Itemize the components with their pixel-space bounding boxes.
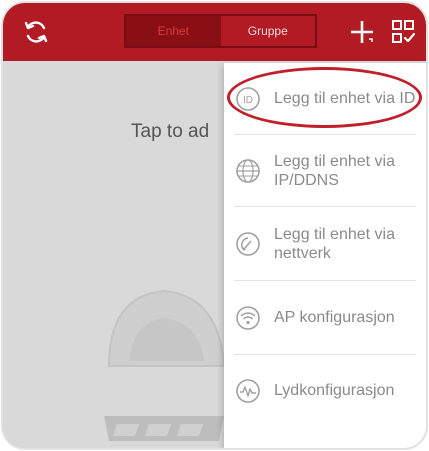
sound-wave-icon [234, 377, 262, 405]
add-device-button[interactable] [347, 17, 377, 47]
wifi-icon [234, 304, 262, 332]
menu-item-label: AP konfigurasjon [274, 309, 395, 326]
top-bar: Enhet Gruppe [3, 3, 426, 61]
network-icon [234, 230, 262, 258]
menu-item-sound-config[interactable]: Lydkonfigurasjon [224, 355, 426, 426]
menu-item-ap-config[interactable]: AP konfigurasjon [224, 281, 426, 354]
highlight-circle-annotation [227, 67, 422, 128]
tab-enhet[interactable]: Enhet [126, 16, 221, 46]
menu-item-label: Lydkonfigurasjon [274, 382, 395, 399]
globe-ip-icon [234, 157, 262, 185]
menu-item-label: Legg til enhet via IP/DDNS [274, 152, 395, 189]
refresh-icon [24, 21, 48, 43]
empty-hint: Tap to ad [131, 121, 210, 142]
qr-scan-button[interactable] [389, 17, 417, 47]
refresh-button[interactable] [21, 17, 51, 47]
menu-item-label: Legg til enhet via nettverk [274, 225, 395, 262]
menu-item-add-via-network[interactable]: Legg til enhet via nettverk [224, 207, 426, 280]
device-group-toggle: Enhet Gruppe [124, 14, 317, 48]
menu-item-add-via-ip[interactable]: Legg til enhet via IP/DDNS [224, 135, 426, 206]
qr-scan-icon [392, 20, 415, 43]
tab-gruppe[interactable]: Gruppe [220, 16, 315, 46]
camera-illustration-icon [104, 289, 226, 441]
plus-icon [351, 21, 373, 43]
